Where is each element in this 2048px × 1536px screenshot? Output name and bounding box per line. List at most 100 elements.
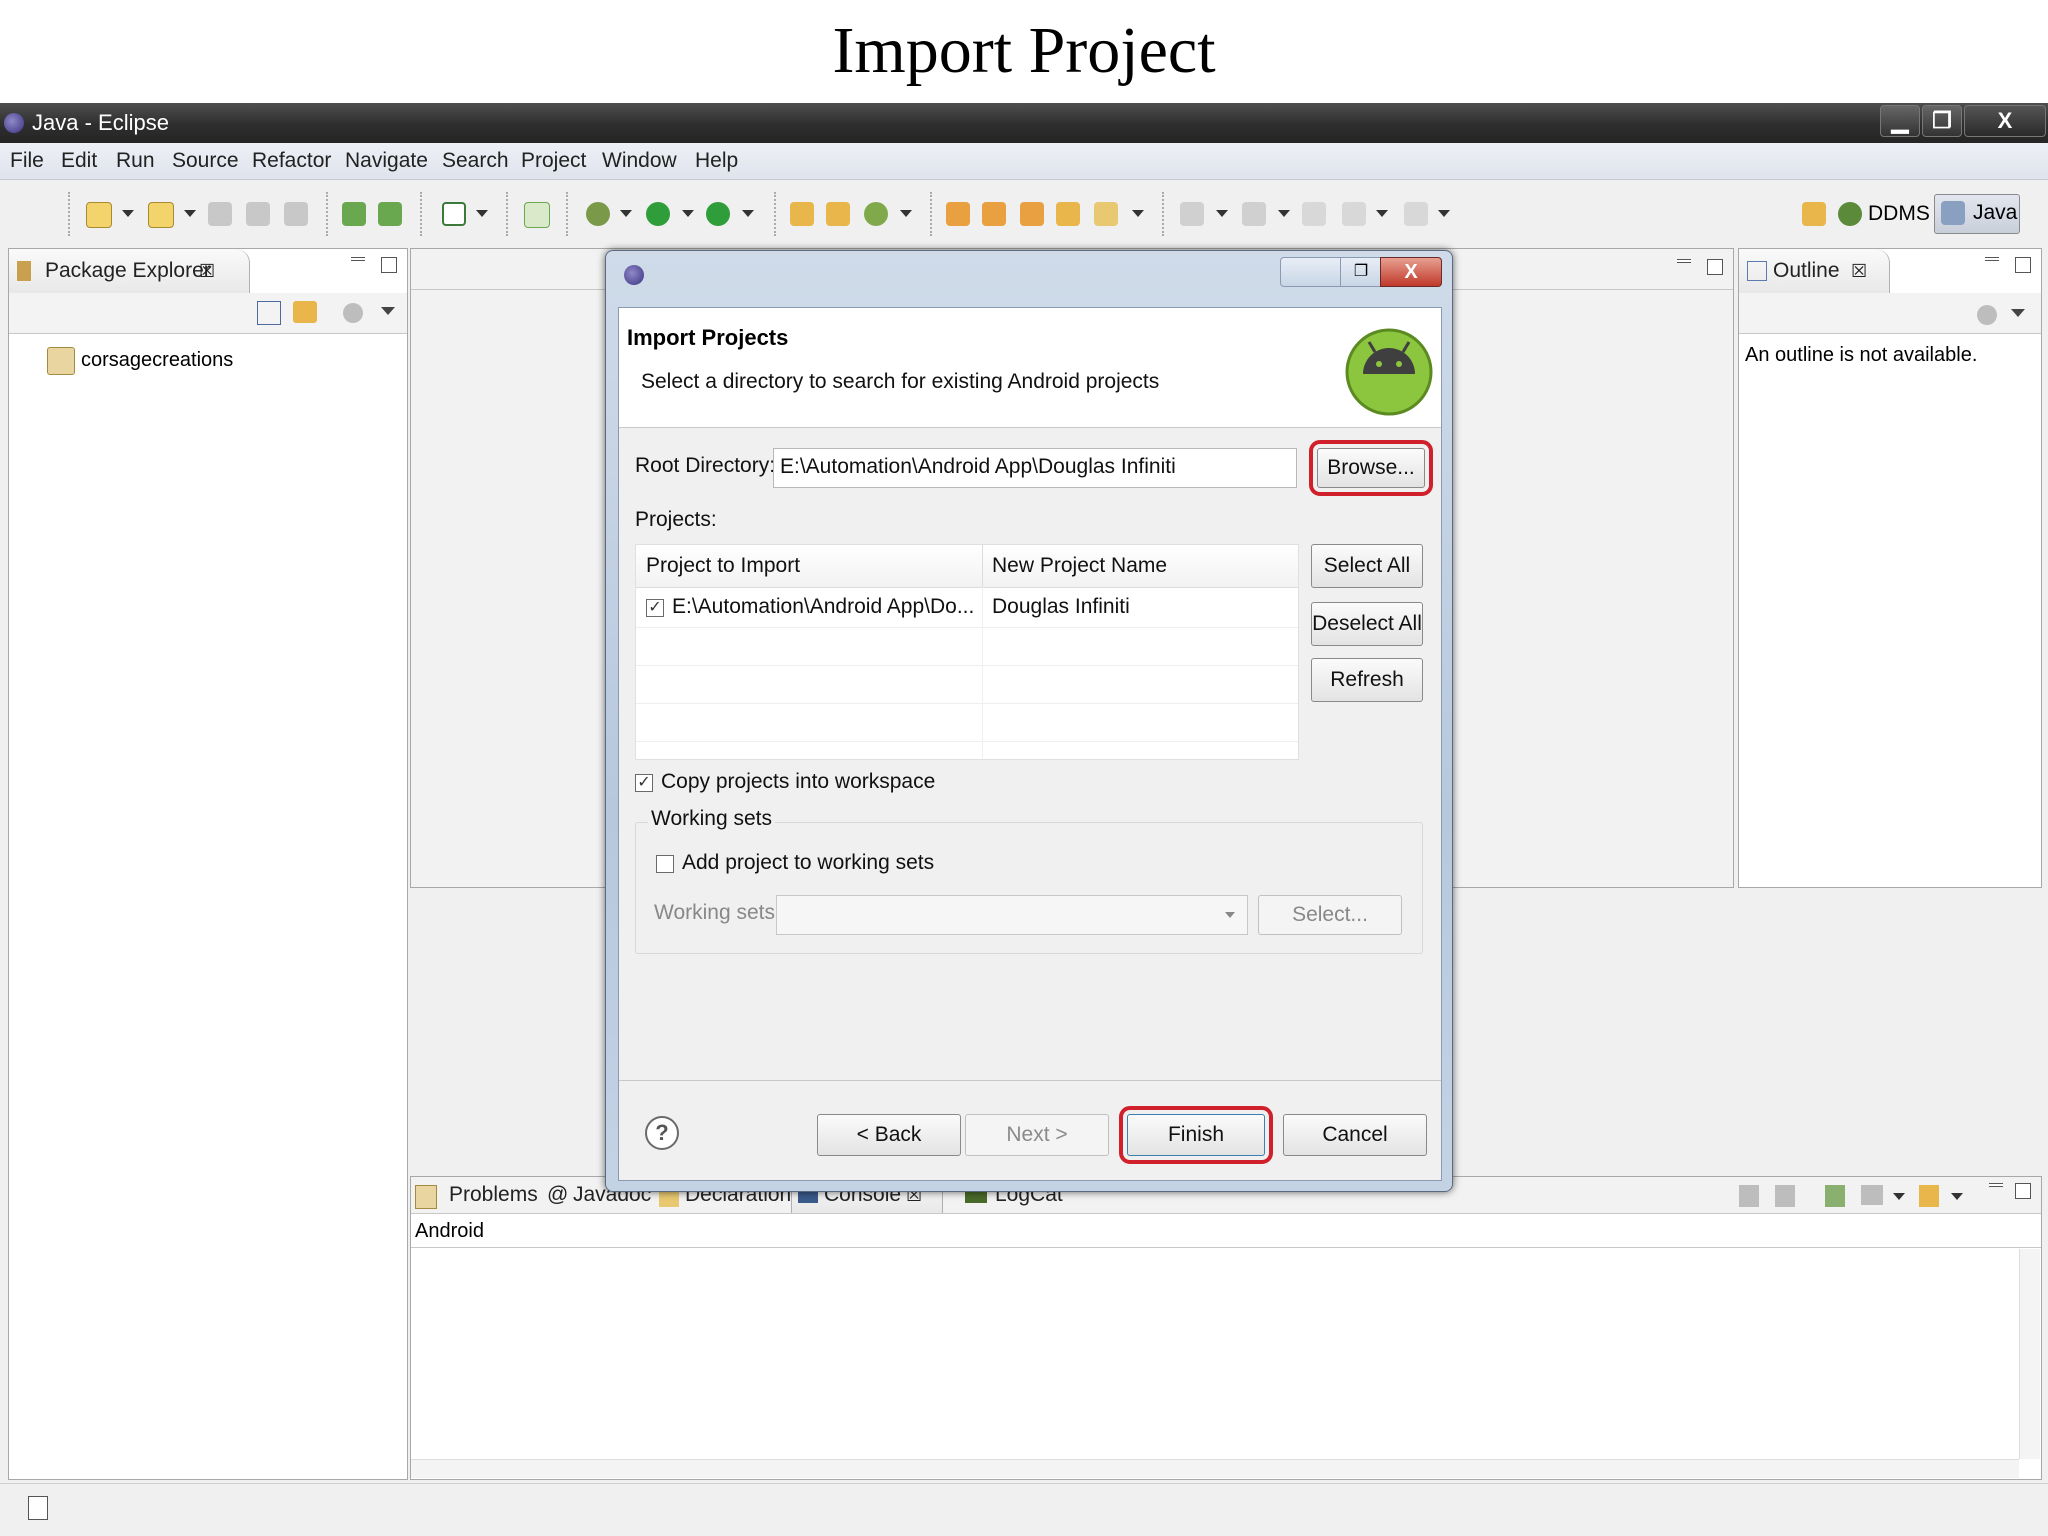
open-console-icon[interactable]	[1919, 1185, 1939, 1207]
new-package-icon[interactable]	[790, 202, 814, 226]
open-perspective-icon[interactable]	[1802, 202, 1826, 226]
close-icon[interactable]: ☒	[1851, 256, 1867, 286]
minimize-view-icon[interactable]	[1985, 257, 1999, 261]
refresh-icon[interactable]	[864, 202, 888, 226]
menu-navigate[interactable]: Navigate	[345, 147, 428, 175]
print-icon[interactable]	[284, 202, 308, 226]
open-task-icon[interactable]	[982, 202, 1006, 226]
fast-view-icon[interactable]	[28, 1496, 48, 1520]
maximize-view-icon[interactable]	[2015, 1183, 2031, 1199]
column-project-to-import[interactable]: Project to Import	[646, 552, 800, 580]
close-button[interactable]: X	[1964, 105, 2046, 137]
chevron-down-icon[interactable]	[476, 210, 488, 217]
back-button[interactable]: < Back	[817, 1114, 961, 1156]
project-checkbox[interactable]: ✓	[646, 599, 664, 617]
chevron-down-icon[interactable]	[682, 210, 694, 217]
maximize-view-icon[interactable]	[381, 257, 397, 273]
menu-run[interactable]: Run	[116, 147, 155, 175]
pin-console-icon[interactable]	[1825, 1185, 1845, 1207]
working-sets-dropdown[interactable]	[776, 895, 1248, 935]
finish-button[interactable]: Finish	[1119, 1106, 1273, 1164]
table-row[interactable]: ✓ E:\Automation\Android App\Do... Dougla…	[636, 587, 1298, 628]
view-menu-chevron-icon[interactable]	[2011, 309, 2025, 317]
avd-manager-icon[interactable]	[378, 202, 402, 226]
save-icon[interactable]	[208, 202, 232, 226]
chevron-down-icon[interactable]	[1376, 210, 1388, 217]
chevron-down-icon[interactable]	[1278, 210, 1290, 217]
chevron-down-icon[interactable]	[1216, 210, 1228, 217]
new-class-icon[interactable]	[826, 202, 850, 226]
new-wizard-icon[interactable]	[86, 202, 112, 228]
cancel-button[interactable]: Cancel	[1283, 1114, 1427, 1156]
add-to-working-sets-checkbox[interactable]	[656, 855, 674, 873]
back-arrow-icon[interactable]	[1342, 202, 1366, 226]
link-with-editor-icon[interactable]	[293, 301, 317, 323]
menu-project[interactable]: Project	[521, 147, 586, 175]
select-all-button[interactable]: Select All	[1311, 544, 1423, 588]
run-icon[interactable]	[646, 202, 670, 226]
close-icon[interactable]: ☒	[199, 256, 215, 286]
open-type-icon[interactable]	[946, 202, 970, 226]
maximize-view-icon[interactable]	[2015, 257, 2031, 273]
scroll-lock-icon[interactable]	[1775, 1185, 1795, 1207]
display-console-icon[interactable]	[1861, 1185, 1883, 1205]
menu-window[interactable]: Window	[602, 147, 677, 175]
debug-icon[interactable]	[586, 202, 610, 226]
copy-projects-checkbox[interactable]: ✓	[635, 774, 653, 792]
focus-task-icon[interactable]	[1977, 305, 1997, 325]
external-tools-icon[interactable]	[706, 202, 730, 226]
chevron-down-icon[interactable]	[900, 210, 912, 217]
next-annotation-icon[interactable]	[1180, 202, 1204, 226]
minimize-view-icon[interactable]	[1989, 1183, 2003, 1187]
menu-source[interactable]: Source	[172, 147, 239, 175]
tab-problems[interactable]: Problems	[449, 1180, 538, 1210]
chevron-down-icon[interactable]	[184, 210, 196, 217]
menu-help[interactable]: Help	[695, 147, 738, 175]
minimize-editor-icon[interactable]	[1677, 259, 1691, 263]
chevron-down-icon[interactable]	[1893, 1193, 1905, 1200]
android-lint-icon[interactable]	[524, 202, 550, 228]
menu-edit[interactable]: Edit	[61, 147, 97, 175]
save-all-icon[interactable]	[246, 202, 270, 226]
browse-button[interactable]: Browse...	[1309, 440, 1433, 496]
refresh-button[interactable]: Refresh	[1311, 658, 1423, 702]
maximize-editor-icon[interactable]	[1707, 259, 1723, 275]
working-sets-select-button[interactable]: Select...	[1258, 895, 1402, 935]
chevron-down-icon[interactable]	[620, 210, 632, 217]
chevron-down-icon[interactable]	[742, 210, 754, 217]
focus-task-icon[interactable]	[343, 303, 363, 323]
previous-annotation-icon[interactable]	[1242, 202, 1266, 226]
dialog-maximize-button[interactable]: ❐	[1340, 257, 1382, 287]
collapse-all-icon[interactable]	[257, 301, 281, 325]
clear-console-icon[interactable]	[1739, 1185, 1759, 1207]
dialog-close-button[interactable]: X	[1380, 257, 1442, 287]
tab-package-explorer[interactable]: Package Explorer ☒	[9, 249, 250, 293]
chevron-down-icon[interactable]	[1951, 1193, 1963, 1200]
chevron-down-icon[interactable]	[1132, 210, 1144, 217]
forward-arrow-icon[interactable]	[1404, 202, 1428, 226]
next-button[interactable]: Next >	[965, 1114, 1109, 1156]
menu-search[interactable]: Search	[442, 147, 509, 175]
console-horizontal-scrollbar[interactable]	[411, 1459, 2019, 1478]
add-to-working-sets-label[interactable]: Add project to working sets	[682, 849, 934, 877]
checkbox-task-icon[interactable]	[442, 202, 466, 226]
java-perspective-button[interactable]: Java	[1934, 194, 2020, 234]
root-directory-input[interactable]: E:\Automation\Android App\Douglas Infini…	[773, 448, 1297, 488]
tree-item-corsagecreations[interactable]: corsagecreations	[81, 345, 233, 375]
new-java-project-icon[interactable]	[148, 202, 174, 228]
help-icon[interactable]: ?	[645, 1116, 679, 1150]
menu-refactor[interactable]: Refactor	[252, 147, 331, 175]
chevron-down-icon[interactable]	[1438, 210, 1450, 217]
minimize-button[interactable]: ▁	[1880, 105, 1920, 137]
deselect-all-button[interactable]: Deselect All	[1311, 602, 1423, 646]
console-vertical-scrollbar[interactable]	[2019, 1249, 2040, 1459]
dialog-minimize-button[interactable]	[1280, 257, 1342, 287]
sdk-manager-icon[interactable]	[342, 202, 366, 226]
minimize-view-icon[interactable]	[351, 257, 365, 261]
ddms-perspective-label[interactable]: DDMS	[1868, 200, 1930, 228]
open-folder-icon[interactable]	[1056, 202, 1080, 226]
column-new-project-name[interactable]: New Project Name	[992, 552, 1167, 580]
chevron-down-icon[interactable]	[122, 210, 134, 217]
last-edit-location-icon[interactable]	[1302, 202, 1326, 226]
restore-button[interactable]: ❐	[1922, 105, 1962, 137]
